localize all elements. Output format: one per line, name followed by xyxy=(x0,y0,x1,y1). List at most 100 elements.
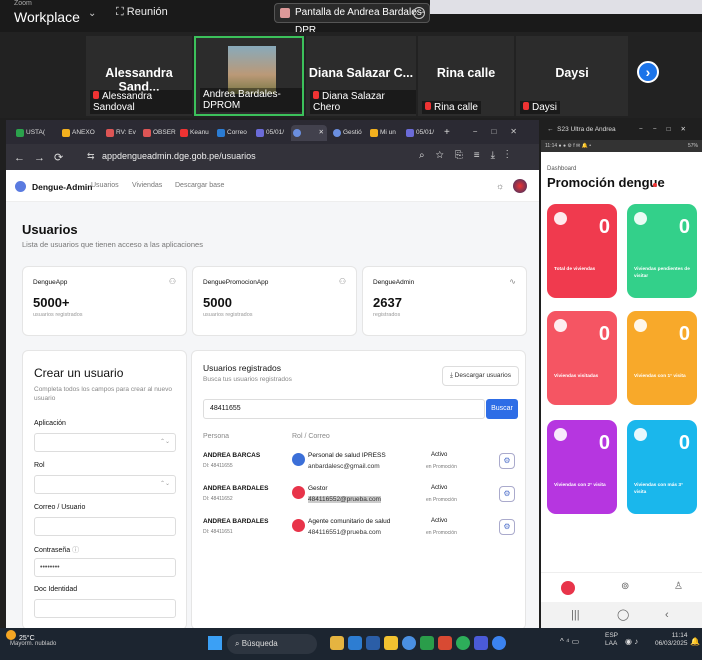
back-icon[interactable]: ‹ xyxy=(665,602,669,628)
card-total-viviendas[interactable]: 0 Total de viviendas xyxy=(547,204,617,298)
browser-tab[interactable]: Gestió xyxy=(331,125,362,141)
stat-title: DenguePromocionApp xyxy=(203,279,269,286)
browser-tab[interactable]: Keanu xyxy=(178,125,209,141)
nav-link-viviendas[interactable]: Viviendas xyxy=(132,182,162,189)
stat-card-dengueapp: DengueApp ⚇ 5000+ usuarios registrados xyxy=(22,266,187,336)
taskbar-app-icon[interactable] xyxy=(438,636,452,650)
users-panel-title: Usuarios registrados xyxy=(203,363,281,373)
taskbar-search[interactable]: ⌕ Búsqueda xyxy=(227,634,317,654)
sun-icon[interactable]: ☼ xyxy=(496,181,504,191)
participant-tile-active[interactable]: Andrea Bardales-DPROM xyxy=(194,36,304,116)
participant-tile[interactable]: Diana Salazar C... Diana Salazar Chero xyxy=(306,36,416,116)
edit-user-button[interactable]: ⚙ xyxy=(499,453,515,469)
taskbar-app-icon[interactable] xyxy=(456,636,470,650)
edit-user-button[interactable]: ⚙ xyxy=(499,519,515,535)
notification-icon[interactable]: 🔔 xyxy=(690,637,700,646)
phone-window-title: ← S23 Ultra de Andrea −−□✕ xyxy=(541,120,702,140)
chevron-down-icon[interactable]: ⌄ xyxy=(88,8,96,19)
doc-identidad-input[interactable] xyxy=(34,599,176,618)
clock[interactable]: 11:14 06/03/2025 xyxy=(655,632,688,648)
muted-mic-icon xyxy=(425,102,431,110)
browser-tab[interactable]: RV: Ev xyxy=(104,125,136,141)
card-primera-visita[interactable]: 0 Viviendas con 1° visita xyxy=(627,311,697,405)
card-label: Viviendas con más 3° visita xyxy=(634,483,684,495)
participant-tile[interactable]: Daysi Daysi xyxy=(516,36,628,116)
muted-mic-icon xyxy=(523,102,529,110)
row-name: ANDREA BARCAS xyxy=(203,452,261,459)
browser-tab[interactable]: ANEXO xyxy=(60,125,95,141)
browser-tab[interactable]: Correo xyxy=(215,125,247,141)
card-segunda-visita[interactable]: 0 Viviendas con 2° visita xyxy=(547,420,617,514)
search-button[interactable]: Buscar xyxy=(486,399,518,419)
meeting-label[interactable]: ⛶ Reunión xyxy=(116,6,168,19)
nav-link-usuarios[interactable]: Usuarios xyxy=(91,182,119,189)
activity-icon: ∿ xyxy=(509,277,516,286)
avatar[interactable] xyxy=(513,179,527,193)
aplicacion-select[interactable]: ⌃⌄ xyxy=(34,433,176,452)
participant-label: Alessandra Sandoval xyxy=(90,90,192,114)
home-circle-icon[interactable]: ◯ xyxy=(617,602,629,628)
browser-tab[interactable]: 05/01/ xyxy=(254,125,284,141)
taskbar-app-icon[interactable] xyxy=(366,636,380,650)
stat-value: 5000 xyxy=(203,295,232,310)
row-role: Agente comunitario de salud xyxy=(308,518,391,525)
gallery-next-button[interactable]: › xyxy=(637,61,659,83)
network-volume-icons[interactable]: ◉ ♪ xyxy=(625,637,638,646)
stat-value: 5000+ xyxy=(33,295,70,310)
browser-tab-active[interactable]: ✕ xyxy=(291,125,327,141)
window-controls[interactable]: −□✕ xyxy=(473,127,531,136)
edit-user-button[interactable]: ⚙ xyxy=(499,486,515,502)
more-icon[interactable]: ··· xyxy=(413,7,425,19)
browser-tab[interactable]: OBSER xyxy=(141,125,176,141)
browser-tab[interactable]: USTA( xyxy=(14,125,45,141)
home-nav-button[interactable] xyxy=(561,581,575,595)
browser-tab[interactable]: 05/01/ xyxy=(404,125,434,141)
recents-icon[interactable]: ||| xyxy=(571,602,580,628)
browser-tab[interactable]: Mi un xyxy=(368,125,396,141)
search-input[interactable]: 48411655 xyxy=(203,399,485,419)
screen-share-banner[interactable]: Pantalla de Andrea Bardales-DPR ··· xyxy=(274,3,430,36)
table-row: ANDREA BARDALES DI: 48411652 Gestor 4841… xyxy=(203,484,518,518)
participant-tile[interactable]: Rina calle Rina calle xyxy=(418,36,514,116)
taskbar-app-icon[interactable] xyxy=(330,636,344,650)
contrasena-input[interactable]: •••••••• xyxy=(34,558,176,577)
participant-photo xyxy=(228,46,276,94)
list-nav-icon[interactable]: ⊚ xyxy=(621,581,629,592)
app-name[interactable]: Dengue-Admin xyxy=(32,182,92,192)
new-tab-button[interactable]: + xyxy=(444,125,450,141)
taskbar-app-icon[interactable] xyxy=(348,636,362,650)
card-pendientes[interactable]: 0 Viviendas pendientes de visitar xyxy=(627,204,697,298)
taskbar-app-icon[interactable] xyxy=(474,636,488,650)
rol-select[interactable]: ⌃⌄ xyxy=(34,475,176,494)
muted-mic-icon xyxy=(93,91,99,99)
windows-start-icon[interactable] xyxy=(208,636,222,650)
taskbar-app-icon[interactable] xyxy=(384,636,398,650)
correo-input[interactable] xyxy=(34,517,176,536)
address-bar[interactable]: appdengueadmin.dge.gob.pe/usuarios xyxy=(102,151,256,161)
taskbar-app-icon[interactable] xyxy=(420,636,434,650)
language-indicator[interactable]: ESP LAA xyxy=(605,632,618,648)
taskbar-app-icon[interactable] xyxy=(492,636,506,650)
browser-toolbar-icons[interactable]: ⌕☆⎘≡⤓⋮ xyxy=(419,150,520,161)
system-tray-icons[interactable]: ^ ⁴ ▭ xyxy=(560,637,579,646)
field-label-rol: Rol xyxy=(34,462,45,469)
card-tercera-visita[interactable]: 0 Viviendas con más 3° visita xyxy=(627,420,697,514)
card-visitadas[interactable]: 0 Viviendas visitadas xyxy=(547,311,617,405)
phone-mirror-window: ← S23 Ultra de Andrea −−□✕ 11:14 ● ● ⚙ f … xyxy=(541,120,702,628)
user-nav-icon[interactable]: ♙ xyxy=(674,581,683,592)
download-users-button[interactable]: ⤓ Descargar usuarios xyxy=(442,366,519,386)
field-label-correo: Correo / Usuario xyxy=(34,504,86,511)
participant-tile[interactable]: Alessandra Sand... Alessandra Sandoval xyxy=(86,36,192,116)
row-app: en Promoción xyxy=(426,464,457,470)
stat-sub: usuarios registrados xyxy=(33,312,83,318)
close-icon[interactable]: ✕ xyxy=(319,125,324,141)
taskbar-app-icon[interactable] xyxy=(402,636,416,650)
window-controls[interactable]: −−□✕ xyxy=(639,120,696,140)
nav-buttons[interactable]: ←→⟳ xyxy=(14,151,72,164)
nav-link-descargar-base[interactable]: Descargar base xyxy=(175,182,224,189)
row-email: 484116552@prueba.com xyxy=(308,496,381,503)
row-status: Activo xyxy=(431,518,448,524)
card-value: 0 xyxy=(598,432,610,454)
site-info-icon[interactable]: ⇆ xyxy=(87,151,95,162)
column-header-rol: Rol / Correo xyxy=(292,433,330,440)
